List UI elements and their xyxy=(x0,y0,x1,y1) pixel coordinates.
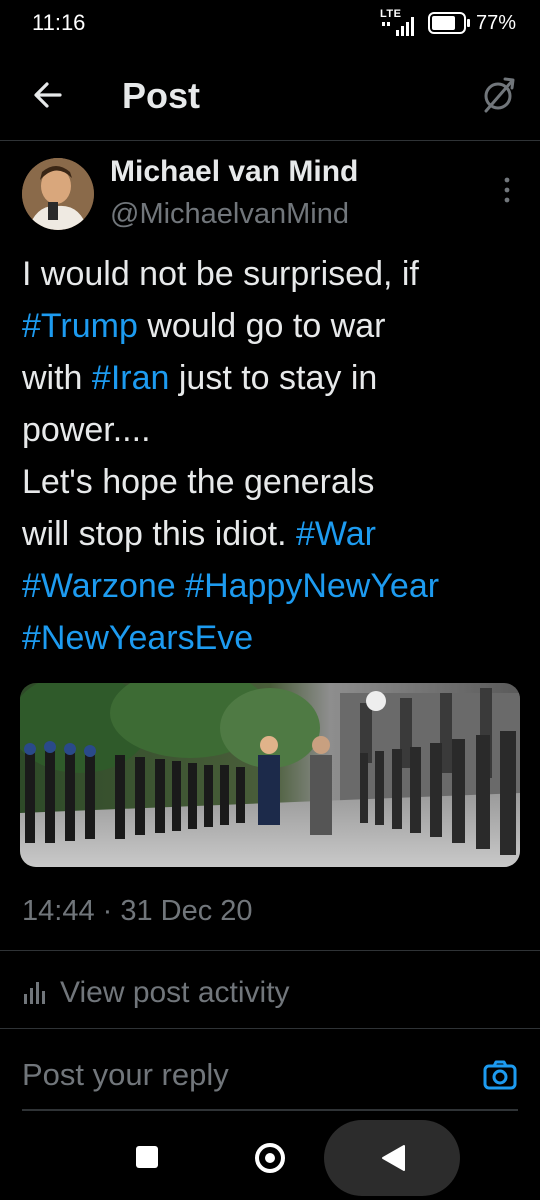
post-text-line: #NewYearsEve xyxy=(22,612,522,664)
divider xyxy=(0,1028,540,1029)
analytics-icon xyxy=(24,982,45,1004)
status-time: 11:16 xyxy=(32,10,86,35)
post-text-line: with #Iran just to stay in xyxy=(22,352,522,404)
hashtag-link[interactable]: #NewYearsEve xyxy=(22,619,253,657)
post-image-art xyxy=(20,683,520,867)
hashtag-link[interactable]: #War xyxy=(296,515,376,553)
post-text-segment: power.... xyxy=(22,411,151,449)
divider xyxy=(0,950,540,951)
post-text-segment: Let's hope the generals xyxy=(22,463,375,501)
post-text-segment: with xyxy=(22,359,92,397)
author-handle[interactable]: @MichaelvanMind xyxy=(110,198,349,231)
signal-icon: LTE xyxy=(380,8,420,38)
battery-indicator: 77% xyxy=(427,11,516,35)
post-text-line: I would not be surprised, if xyxy=(22,248,522,300)
camera-icon[interactable] xyxy=(482,1057,518,1093)
hashtag-link[interactable]: #Trump xyxy=(22,307,138,345)
post-image[interactable] xyxy=(20,683,520,867)
back-triangle-icon xyxy=(382,1145,405,1171)
status-indicators: LTE 77% xyxy=(380,8,516,38)
post-text-line: #Trump would go to war xyxy=(22,300,522,352)
refresh-icon[interactable] xyxy=(478,75,518,115)
author-name[interactable]: Michael van Mind xyxy=(110,155,358,189)
post-text-line: Let's hope the generals xyxy=(22,456,522,508)
post-text-segment: just to stay in xyxy=(169,359,378,397)
hashtag-link[interactable]: #Warzone xyxy=(22,567,176,605)
battery-percent: 77% xyxy=(475,11,516,34)
post-text-line: #Warzone #HappyNewYear xyxy=(22,560,522,612)
post-text-line: will stop this idiot. #War xyxy=(22,508,522,560)
avatar[interactable] xyxy=(22,158,94,230)
reply-input[interactable]: Post your reply xyxy=(22,1057,229,1093)
post-text-segment: I would not be surprised, if xyxy=(22,255,419,293)
hashtag-link[interactable]: #Iran xyxy=(92,359,170,397)
hashtag-link[interactable]: #HappyNewYear xyxy=(185,567,439,605)
post-text-segment xyxy=(176,567,185,605)
post-timestamp: 14:44 · 31 Dec 20 xyxy=(22,895,253,927)
status-bar: 11:16 LTE 77% xyxy=(0,0,540,50)
recent-apps-button[interactable] xyxy=(136,1146,158,1168)
post-text-segment: would go to war xyxy=(137,307,386,345)
top-app-bar: Post xyxy=(0,50,540,141)
view-post-activity-label: View post activity xyxy=(60,976,290,1009)
post-text: I would not be surprised, if #Trump would… xyxy=(22,248,522,664)
view-post-activity-button[interactable]: View post activity xyxy=(22,976,290,1010)
post-text-segment: will stop this idiot. xyxy=(22,515,296,553)
page-title: Post xyxy=(122,75,201,116)
post-text-line: power.... xyxy=(22,404,522,456)
reply-underline xyxy=(22,1109,518,1111)
more-options-icon[interactable] xyxy=(496,172,518,208)
arrow-left-icon[interactable] xyxy=(28,75,68,115)
home-button[interactable] xyxy=(254,1142,286,1174)
battery-icon xyxy=(427,12,470,34)
